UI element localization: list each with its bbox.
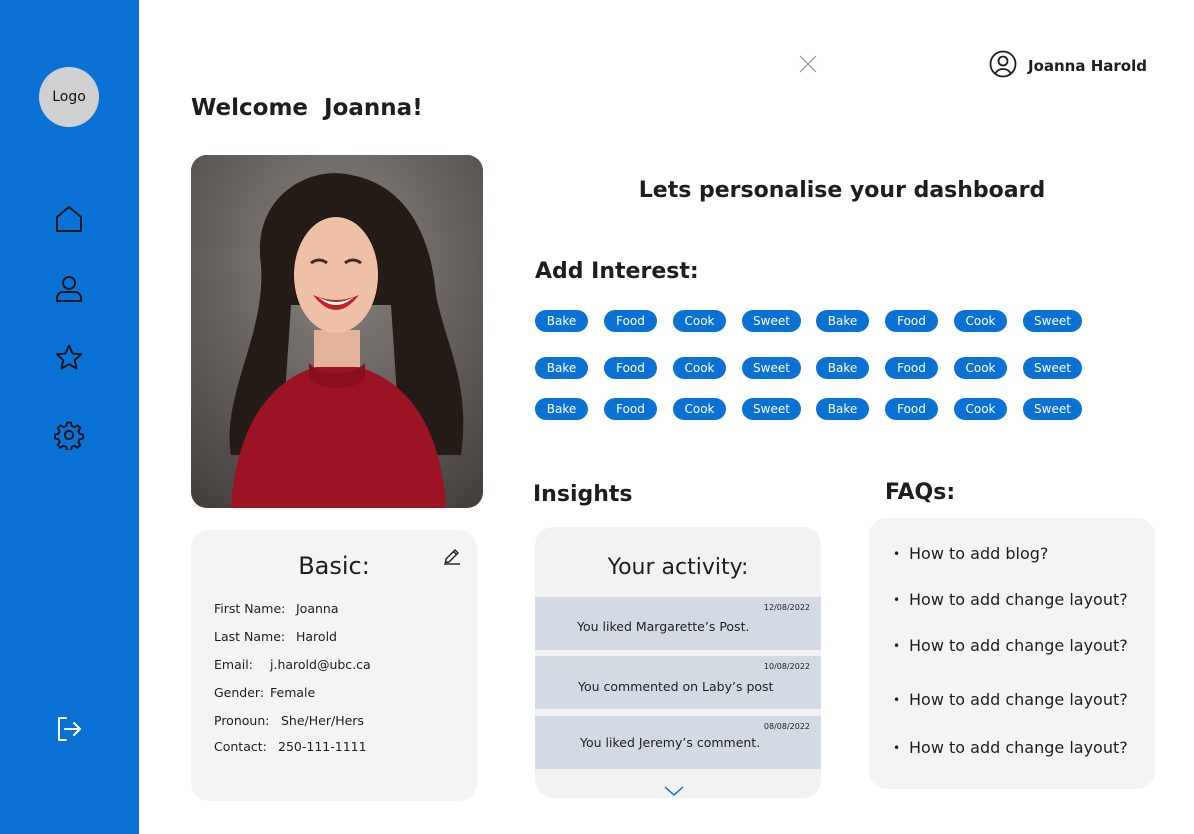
interest-chip[interactable]: Bake (535, 357, 588, 379)
interest-chip[interactable]: Cook (673, 310, 726, 332)
faq-item[interactable]: • How to add change layout? (893, 590, 1128, 609)
user-circle-icon (988, 49, 1018, 83)
bullet-icon: • (893, 638, 901, 653)
pronoun-value: She/Her/Hers (281, 713, 364, 728)
contact-label: Contact: (214, 739, 267, 754)
chevron-down-icon[interactable] (663, 782, 685, 797)
gender-field: Gender: Female (214, 685, 315, 700)
close-icon[interactable] (798, 54, 818, 74)
bullet-icon: • (893, 740, 901, 755)
first-name-field: First Name: Joanna (214, 601, 339, 616)
basic-info-card: Basic: First Name: Joanna Last Name: Har… (191, 530, 477, 801)
bullet-icon: • (893, 592, 901, 607)
activity-text: You commented on Laby’s post (578, 679, 774, 694)
pronoun-label: Pronoun: (214, 713, 270, 728)
sidebar: Logo (0, 0, 139, 834)
interest-chip[interactable]: Sweet (742, 310, 801, 332)
personalise-heading: Lets personalise your dashboard (638, 178, 1046, 203)
activity-card: Your activity: 12/08/2022 You liked Marg… (535, 527, 821, 798)
faq-item[interactable]: • How to add blog? (893, 544, 1048, 563)
interest-chip[interactable]: Cook (954, 398, 1007, 420)
interest-chip[interactable]: Sweet (742, 398, 801, 420)
interest-chip[interactable]: Food (885, 357, 938, 379)
interest-chip[interactable]: Bake (535, 398, 588, 420)
activity-item[interactable]: 10/08/2022 You commented on Laby’s post (535, 656, 821, 709)
bullet-icon: • (893, 692, 901, 707)
interest-chip[interactable]: Bake (816, 357, 869, 379)
user-menu[interactable]: Joanna Harold (988, 49, 1147, 83)
user-icon[interactable] (53, 273, 85, 305)
basic-title: Basic: (298, 552, 370, 580)
gear-icon[interactable] (53, 419, 85, 451)
first-name-value: Joanna (296, 601, 339, 616)
activity-text: You liked Margarette’s Post. (577, 619, 750, 634)
interest-chip[interactable]: Bake (535, 310, 588, 332)
add-interest-heading: Add Interest: (535, 259, 699, 284)
email-value: j.harold@ubc.ca (270, 657, 371, 672)
email-label: Email: (214, 657, 253, 672)
email-field: Email: j.harold@ubc.ca (214, 657, 371, 672)
activity-date: 08/08/2022 (763, 722, 810, 731)
faq-item[interactable]: • How to add change layout? (893, 636, 1128, 655)
interest-chip[interactable]: Cook (954, 357, 1007, 379)
faq-text: How to add change layout? (909, 738, 1128, 757)
faq-text: How to add change layout? (909, 590, 1128, 609)
interest-chip[interactable]: Cook (673, 357, 726, 379)
user-name: Joanna Harold (1028, 57, 1147, 75)
pronoun-field: Pronoun: She/Her/Hers (214, 713, 364, 728)
interest-chip[interactable]: Food (604, 398, 657, 420)
last-name-label: Last Name: (214, 629, 286, 644)
activity-date: 12/08/2022 (763, 603, 810, 612)
activity-title: Your activity: (607, 555, 749, 580)
faq-text: How to add blog? (909, 544, 1049, 563)
contact-value: 250-111-1111 (278, 739, 367, 754)
faq-card: • How to add blog? • How to add change l… (869, 518, 1155, 789)
activity-item[interactable]: 12/08/2022 You liked Margarette’s Post. (535, 597, 821, 650)
star-icon[interactable] (53, 342, 85, 374)
gender-value: Female (270, 685, 316, 700)
logo[interactable]: Logo (39, 67, 99, 127)
faq-heading: FAQs: (885, 480, 956, 505)
profile-photo (191, 155, 483, 508)
interest-chip[interactable]: Food (885, 398, 938, 420)
interest-chip[interactable]: Bake (816, 398, 869, 420)
gender-label: Gender: (214, 685, 265, 700)
logout-icon[interactable] (53, 713, 85, 745)
last-name-field: Last Name: Harold (214, 629, 337, 644)
contact-field: Contact: 250-111-1111 (214, 739, 367, 754)
insights-heading: Insights (533, 482, 633, 507)
faq-item[interactable]: • How to add change layout? (893, 738, 1128, 757)
last-name-value: Harold (296, 629, 337, 644)
faq-item[interactable]: • How to add change layout? (893, 690, 1128, 709)
interest-chip[interactable]: Cook (954, 310, 1007, 332)
interest-chip[interactable]: Food (604, 357, 657, 379)
activity-text: You liked Jeremy’s comment. (580, 735, 761, 750)
interest-chip[interactable]: Sweet (1023, 357, 1082, 379)
faq-text: How to add change layout? (909, 636, 1128, 655)
interest-chip[interactable]: Food (885, 310, 938, 332)
interest-chip[interactable]: Bake (816, 310, 869, 332)
first-name-label: First Name: (214, 601, 286, 616)
interest-chip[interactable]: Sweet (1023, 398, 1082, 420)
interest-chip[interactable]: Sweet (742, 357, 801, 379)
bullet-icon: • (893, 546, 901, 561)
activity-item[interactable]: 08/08/2022 You liked Jeremy’s comment. (535, 716, 821, 769)
interest-chip[interactable]: Sweet (1023, 310, 1082, 332)
interest-chip[interactable]: Food (604, 310, 657, 332)
faq-text: How to add change layout? (909, 690, 1128, 709)
welcome-heading: Welcome Joanna! (191, 95, 423, 121)
interest-chip[interactable]: Cook (673, 398, 726, 420)
home-icon[interactable] (53, 203, 85, 235)
activity-date: 10/08/2022 (763, 662, 810, 671)
pencil-icon[interactable] (442, 545, 462, 565)
